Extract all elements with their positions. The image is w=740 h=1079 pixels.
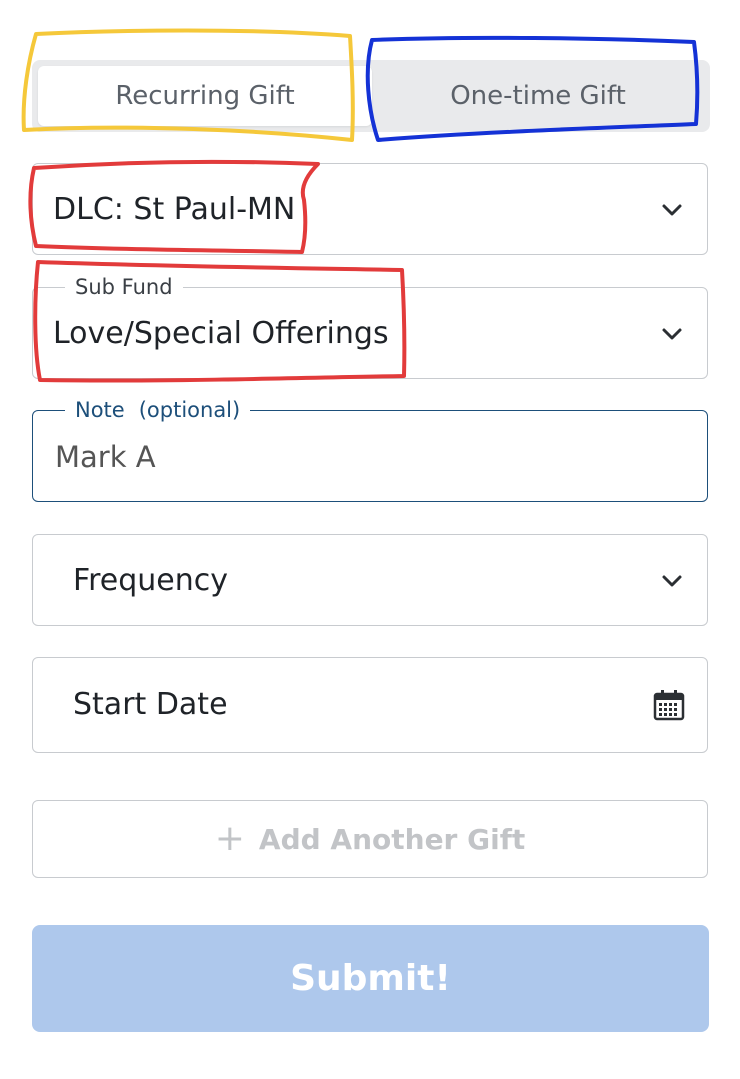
calendar-icon[interactable] <box>653 689 685 721</box>
tab-one-time-gift-label: One-time Gift <box>450 81 626 111</box>
add-another-gift-label: Add Another Gift <box>258 822 526 856</box>
chevron-down-icon <box>662 204 682 216</box>
note-field: Note (optional) <box>32 398 708 502</box>
plus-icon: + <box>214 818 245 859</box>
fund-select[interactable]: DLC: St Paul-MN <box>32 163 708 255</box>
note-label-text: Note <box>75 398 125 422</box>
gift-type-tabs: Recurring Gift One-time Gift <box>32 60 710 132</box>
tab-recurring-gift-label: Recurring Gift <box>115 81 295 111</box>
chevron-down-icon <box>662 575 682 587</box>
tab-recurring-gift[interactable]: Recurring Gift <box>38 66 372 126</box>
frequency-select-placeholder: Frequency <box>73 563 228 598</box>
sub-fund-select-value: Love/Special Offerings <box>53 316 389 351</box>
chevron-down-icon <box>662 328 682 340</box>
note-input[interactable] <box>55 437 675 477</box>
submit-button-label: Submit! <box>290 958 451 999</box>
fund-select-value: DLC: St Paul-MN <box>53 192 296 227</box>
sub-fund-select[interactable]: Sub Fund Love/Special Offerings <box>32 275 708 379</box>
add-another-gift-button[interactable]: + Add Another Gift <box>32 800 708 878</box>
submit-button[interactable]: Submit! <box>32 925 709 1032</box>
note-label: Note (optional) <box>65 398 251 422</box>
start-date-field[interactable]: Start Date <box>32 657 708 753</box>
frequency-select[interactable]: Frequency <box>32 534 708 626</box>
tab-one-time-gift[interactable]: One-time Gift <box>372 66 704 126</box>
note-optional-text: (optional) <box>138 398 241 422</box>
start-date-placeholder: Start Date <box>73 687 228 722</box>
sub-fund-label: Sub Fund <box>65 275 183 299</box>
